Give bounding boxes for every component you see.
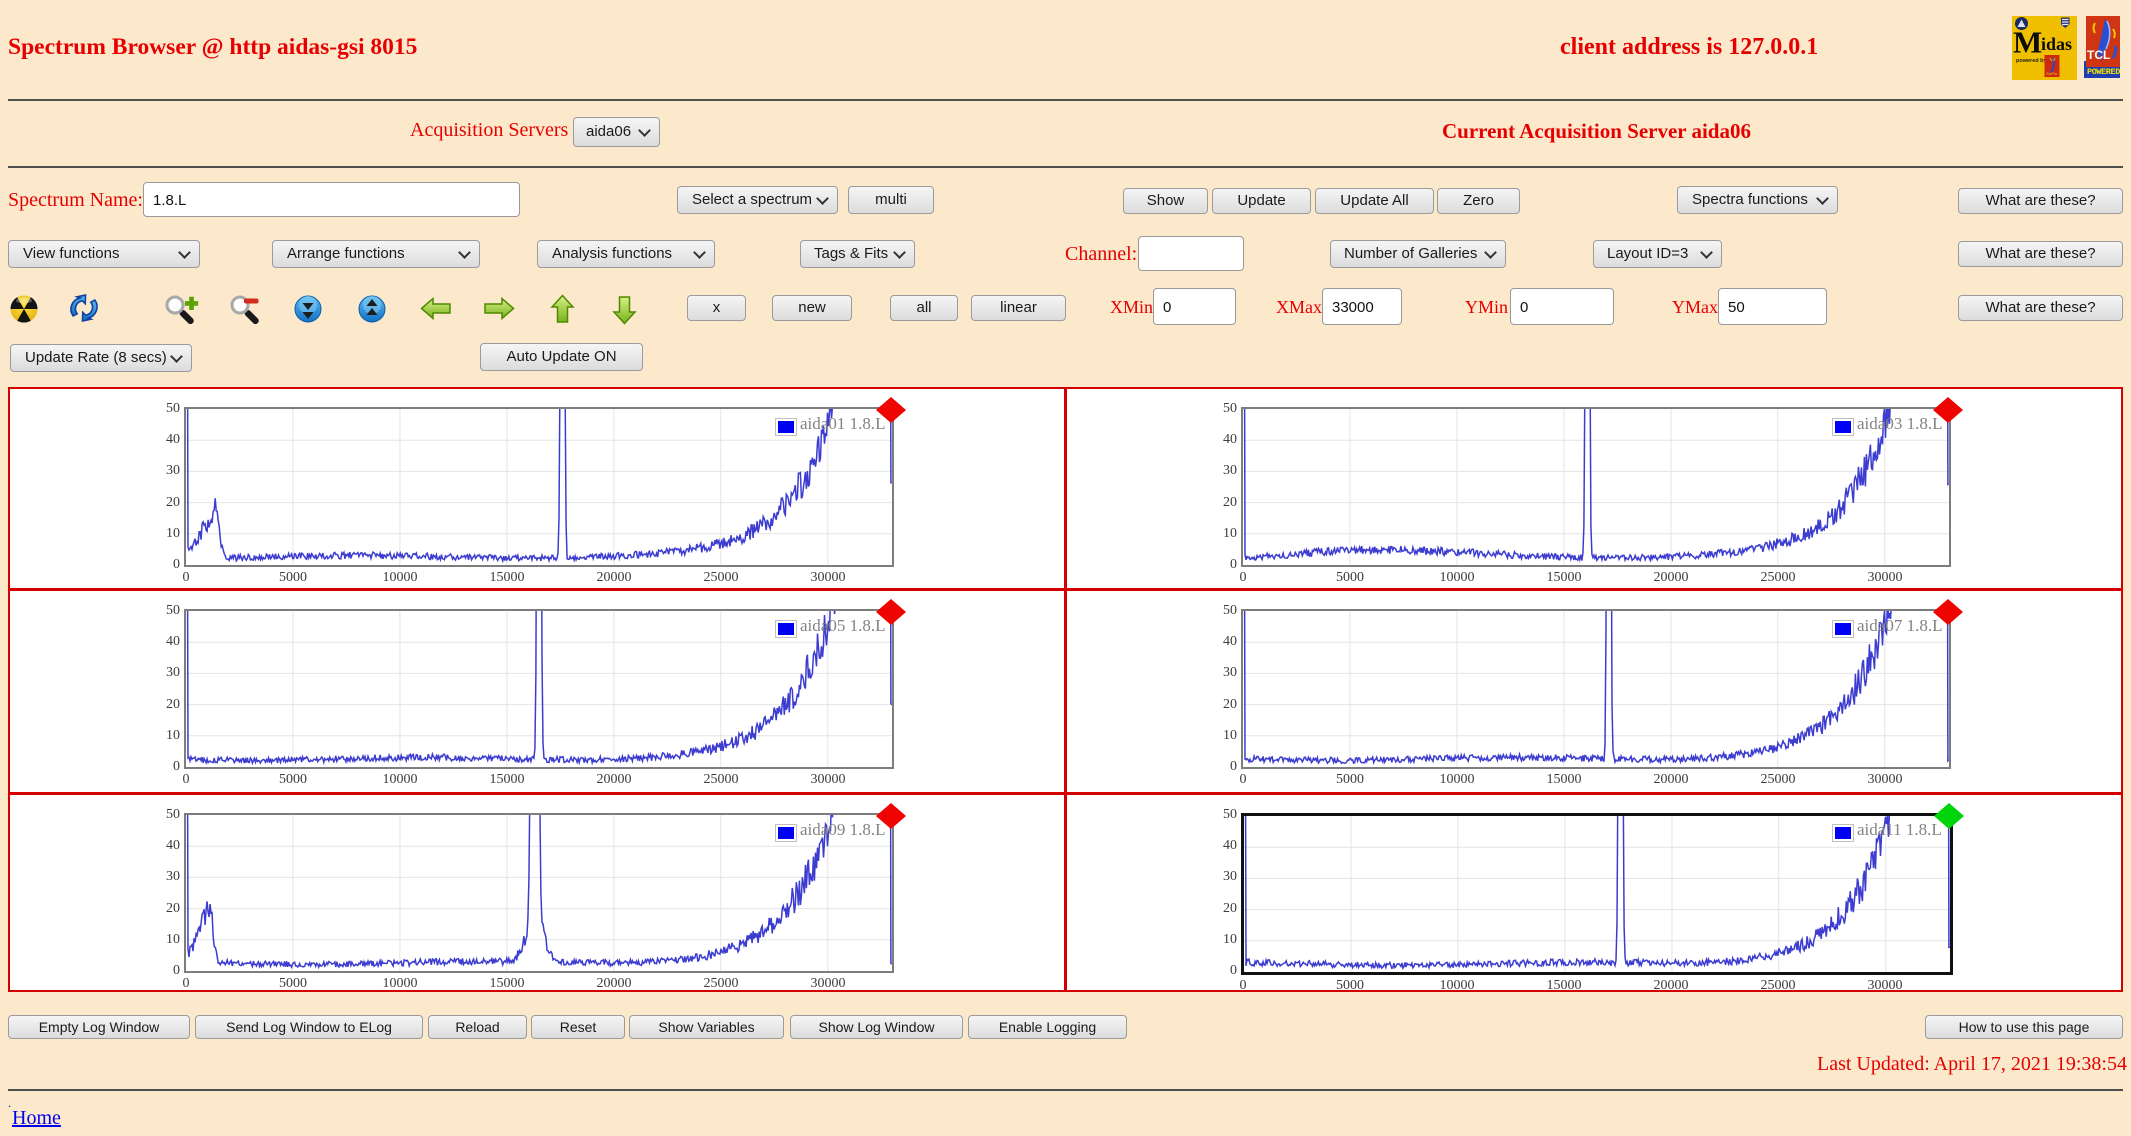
- svg-text:POWERED: POWERED: [2087, 67, 2120, 77]
- svg-text:powered by: powered by: [2016, 58, 2048, 64]
- svg-text:TCL: TCL: [2087, 48, 2110, 62]
- svg-text:M: M: [2013, 25, 2042, 60]
- svg-text:idas: idas: [2041, 34, 2072, 54]
- svg-text:SaPIa: SaPIa: [2046, 71, 2058, 76]
